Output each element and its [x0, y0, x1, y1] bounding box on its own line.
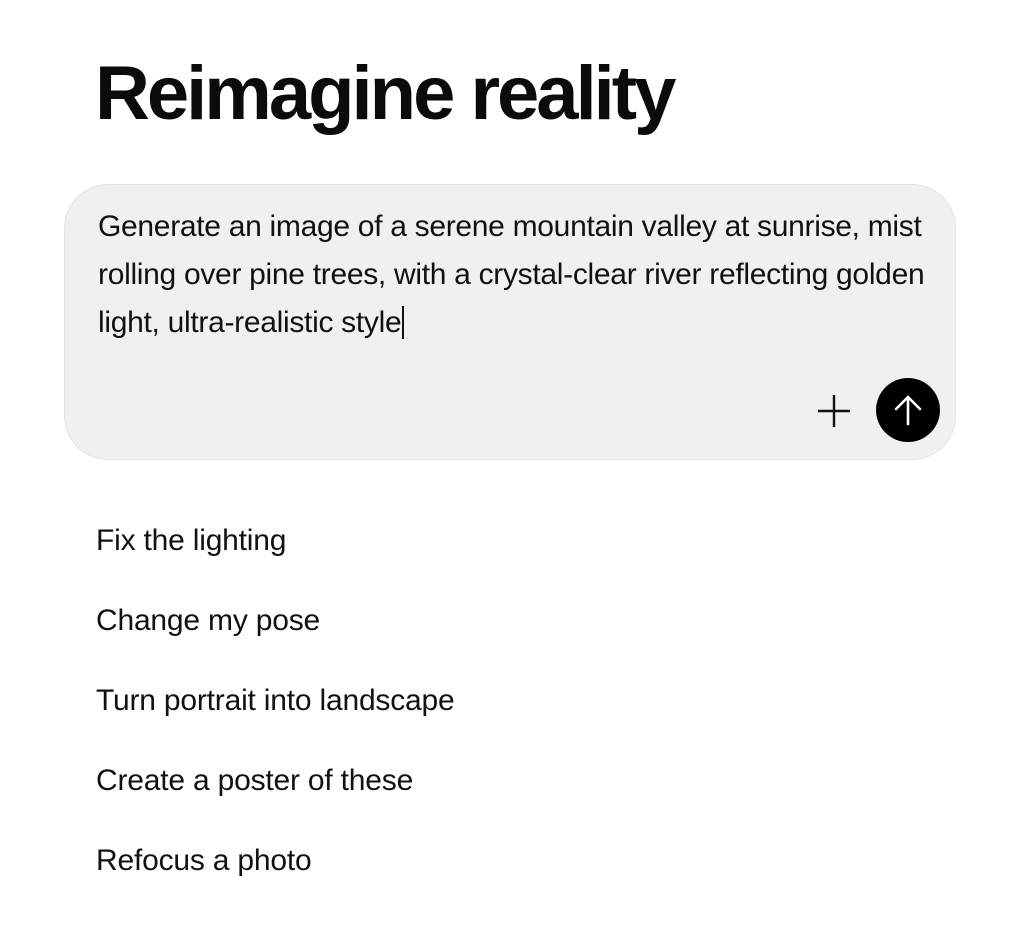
add-attachment-button[interactable] [813, 390, 855, 432]
prompt-input-text: Generate an image of a serene mountain v… [98, 210, 925, 339]
suggestion-item[interactable]: Fix the lighting [96, 517, 455, 597]
text-caret [402, 306, 405, 339]
arrow-up-icon [894, 395, 922, 426]
suggestion-item[interactable]: Turn portrait into landscape [96, 677, 455, 757]
suggestion-item[interactable]: Change my pose [96, 597, 455, 677]
page-title: Reimagine reality [95, 51, 676, 136]
suggestion-item[interactable]: Refocus a photo [96, 837, 455, 917]
suggestion-list: Fix the lighting Change my pose Turn por… [96, 517, 455, 917]
send-button[interactable] [876, 378, 940, 442]
suggestion-item[interactable]: Create a poster of these [96, 757, 455, 837]
prompt-composer: Generate an image of a serene mountain v… [64, 184, 956, 460]
plus-icon [818, 395, 850, 427]
prompt-input[interactable]: Generate an image of a serene mountain v… [98, 203, 943, 347]
